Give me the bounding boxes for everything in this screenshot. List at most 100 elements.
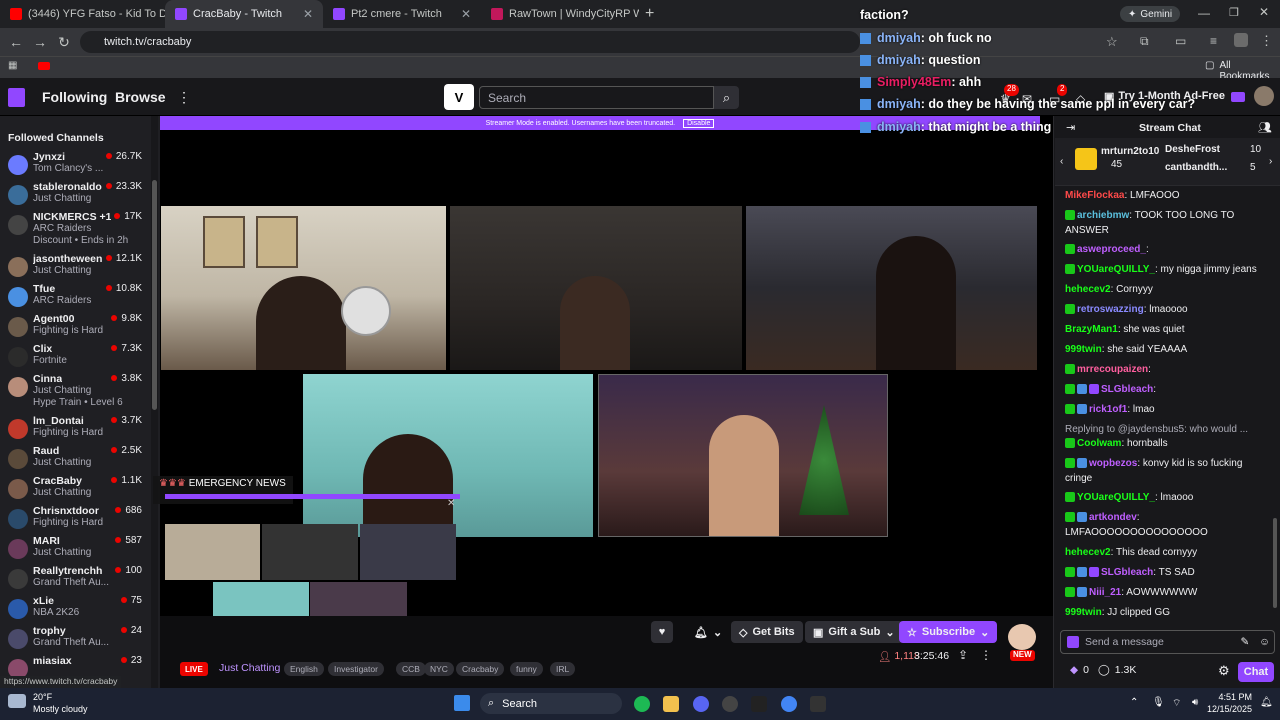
chat-username[interactable]: asweproceed_ bbox=[1077, 244, 1146, 255]
discord-icon[interactable] bbox=[693, 696, 709, 712]
chat-username[interactable]: YOUareQUILLY_ bbox=[1077, 492, 1155, 503]
share-icon[interactable]: ⇪ bbox=[958, 648, 968, 662]
chat-username[interactable]: wopbezos bbox=[1089, 458, 1137, 469]
user-avatar[interactable] bbox=[1254, 86, 1274, 106]
users-icon[interactable]: 👥︎ bbox=[1258, 121, 1272, 134]
stream-tag[interactable]: CCB bbox=[396, 662, 426, 676]
close-icon[interactable]: ✕ bbox=[303, 7, 313, 21]
sidebar-channel[interactable]: Tfue ARC Raiders 10.8K bbox=[0, 282, 150, 312]
terminal-icon[interactable] bbox=[810, 696, 826, 712]
chat-username[interactable]: SLGbleach bbox=[1101, 567, 1153, 578]
chat-username[interactable]: archiebmw bbox=[1077, 210, 1129, 221]
sidebar-channel[interactable]: CracBaby Just Chatting 1.1K bbox=[0, 474, 150, 504]
settings-gear-icon[interactable]: ⚙ bbox=[1218, 663, 1230, 679]
menu-icon[interactable]: ⋮ bbox=[1260, 33, 1273, 49]
chat-username[interactable]: Niii_21 bbox=[1089, 587, 1121, 598]
youtube-bookmark-icon[interactable] bbox=[38, 62, 50, 70]
search-icon[interactable]: ⌕ bbox=[714, 86, 739, 109]
sidebar-channel[interactable]: Cinna Just Chatting 3.8K Hype Train • Level… bbox=[0, 372, 150, 408]
wifi-icon[interactable]: ⌔ bbox=[1172, 697, 1181, 710]
chat-username[interactable]: Coolwam bbox=[1077, 438, 1121, 449]
stream-tag[interactable]: IRL bbox=[550, 662, 576, 676]
twitch-logo-icon[interactable] bbox=[8, 88, 25, 107]
extensions-icon[interactable]: ⧉ bbox=[1140, 34, 1149, 49]
chat-username[interactable]: rick1of1 bbox=[1089, 404, 1127, 415]
stream-tag[interactable]: funny bbox=[510, 662, 543, 676]
emote-icon[interactable]: ☺ bbox=[1259, 636, 1270, 648]
notifications-button[interactable]: 🔔︎ ⌄ bbox=[686, 621, 722, 643]
nav-following[interactable]: Following bbox=[42, 89, 107, 105]
profile-avatar[interactable] bbox=[1234, 33, 1248, 47]
close-popup-icon[interactable]: ✕ bbox=[447, 498, 459, 510]
stream-tag[interactable]: NYC bbox=[424, 662, 454, 676]
sidebar-channel[interactable]: xLie NBA 2K26 75 bbox=[0, 594, 150, 624]
browser-tab-1[interactable]: (3446) YFG Fatso - Kid To D_ ✕ bbox=[0, 0, 165, 28]
gift-sub-button[interactable]: ▣ Gift a Sub ⌄ bbox=[805, 621, 903, 643]
next-arrow-icon[interactable]: › bbox=[1269, 156, 1272, 167]
sidebar-channel[interactable]: Jynxzi Tom Clancy's ... 26.7K bbox=[0, 150, 150, 180]
chat-username[interactable]: retroswazzing bbox=[1077, 304, 1144, 315]
cheer-icon[interactable]: ✎ bbox=[1240, 636, 1249, 648]
follow-heart-button[interactable]: ♥ bbox=[651, 621, 673, 643]
sidebar-channel[interactable]: Reallytrenchh Grand Theft Au... 100 bbox=[0, 564, 150, 594]
mic-icon[interactable]: 🎙︎ bbox=[1152, 697, 1165, 708]
get-bits-button[interactable]: ◇ Get Bits bbox=[731, 621, 803, 643]
prev-arrow-icon[interactable]: ‹ bbox=[1060, 156, 1063, 167]
sidebar-channel[interactable]: Raud Just Chatting 2.5K bbox=[0, 444, 150, 474]
stream-tag[interactable]: English bbox=[284, 662, 324, 676]
bookmark-star-icon[interactable]: ☆ bbox=[1106, 34, 1118, 50]
sidebar-channel[interactable]: Clix Fortnite 7.3K bbox=[0, 342, 150, 372]
taskbar-search[interactable]: ⌕ Search bbox=[480, 693, 622, 714]
minimize-button[interactable]: — bbox=[1198, 6, 1210, 20]
browser-tab-4[interactable]: RawTown | WindyCityRP Wiki | F ✕ bbox=[481, 0, 639, 28]
maximize-button[interactable]: ❐ bbox=[1229, 6, 1239, 19]
scrollbar-thumb[interactable] bbox=[152, 180, 157, 410]
close-icon[interactable]: ✕ bbox=[461, 7, 471, 21]
more-options-icon[interactable]: ⋮ bbox=[980, 648, 992, 662]
close-window-button[interactable]: ✕ bbox=[1259, 5, 1269, 19]
spotify-icon[interactable] bbox=[634, 696, 650, 712]
sidebar-channel[interactable]: Agent00 Fighting is Hard 9.8K bbox=[0, 312, 150, 342]
chrome-icon[interactable] bbox=[781, 696, 797, 712]
bits-balance[interactable]: ◆ 0 bbox=[1070, 664, 1089, 676]
chat-username[interactable]: MikeFlockaa bbox=[1065, 190, 1124, 201]
forward-icon[interactable]: → bbox=[28, 34, 52, 50]
sidebar-channel[interactable]: NICKMERCS +1 ARC Raiders 17K Discount • End… bbox=[0, 210, 150, 246]
chat-scrollbar[interactable] bbox=[1272, 188, 1278, 618]
chat-input[interactable]: Send a message ✎ ☺ bbox=[1060, 630, 1275, 654]
gemini-button[interactable]: ✦ Gemini bbox=[1120, 6, 1181, 22]
chat-username[interactable]: hehecev2 bbox=[1065, 284, 1111, 295]
channel-points[interactable]: ◯ 1.3K bbox=[1098, 664, 1136, 676]
volume-icon[interactable]: 🔊︎ bbox=[1192, 697, 1198, 708]
sidepanel-icon[interactable]: ▭ bbox=[1175, 34, 1186, 48]
more-icon[interactable]: ⋮ bbox=[177, 89, 191, 106]
nav-browse[interactable]: Browse bbox=[115, 89, 166, 105]
chat-username[interactable]: 999twin bbox=[1065, 607, 1102, 618]
sidebar-channel[interactable]: jasontheween Just Chatting 12.1K bbox=[0, 252, 150, 282]
apps-icon[interactable]: ▦ bbox=[8, 60, 17, 71]
epic-games-icon[interactable] bbox=[751, 696, 767, 712]
new-tab-button[interactable]: + bbox=[645, 5, 654, 23]
category-link[interactable]: Just Chatting bbox=[219, 662, 280, 674]
search-input[interactable]: Search bbox=[479, 86, 714, 109]
chat-username[interactable]: mrrecoupaizen bbox=[1077, 364, 1148, 375]
sidebar-channel[interactable]: MARI Just Chatting 587 bbox=[0, 534, 150, 564]
sidebar-channel[interactable]: stableronaldo Just Chatting 23.3K bbox=[0, 180, 150, 210]
sidebar-channel[interactable]: trophy Grand Theft Au... 24 bbox=[0, 624, 150, 654]
media-icon[interactable]: ≡ bbox=[1210, 34, 1217, 48]
chat-send-button[interactable]: Chat bbox=[1238, 662, 1274, 682]
back-icon[interactable]: ← bbox=[4, 34, 28, 50]
new-feature-avatar[interactable] bbox=[1008, 624, 1036, 650]
chat-username[interactable]: SLGbleach bbox=[1101, 384, 1153, 395]
chat-username[interactable]: BrazyMan1 bbox=[1065, 324, 1118, 335]
file-explorer-icon[interactable] bbox=[663, 696, 679, 712]
tray-chevron-icon[interactable]: ⌃ bbox=[1130, 697, 1138, 708]
chat-username[interactable]: hehecev2 bbox=[1065, 547, 1111, 558]
chat-username[interactable]: YOUareQUILLY_ bbox=[1077, 264, 1155, 275]
video-player[interactable]: ♛♛♛ EMERGENCY NEWS ✕ bbox=[153, 116, 1053, 636]
sidebar-scrollbar[interactable] bbox=[151, 116, 158, 688]
collapse-chat-icon[interactable]: ⇥ bbox=[1066, 121, 1075, 134]
extension-logo-icon[interactable]: V bbox=[444, 84, 474, 110]
app-icon[interactable] bbox=[722, 696, 738, 712]
windows-start-icon[interactable] bbox=[454, 695, 470, 711]
